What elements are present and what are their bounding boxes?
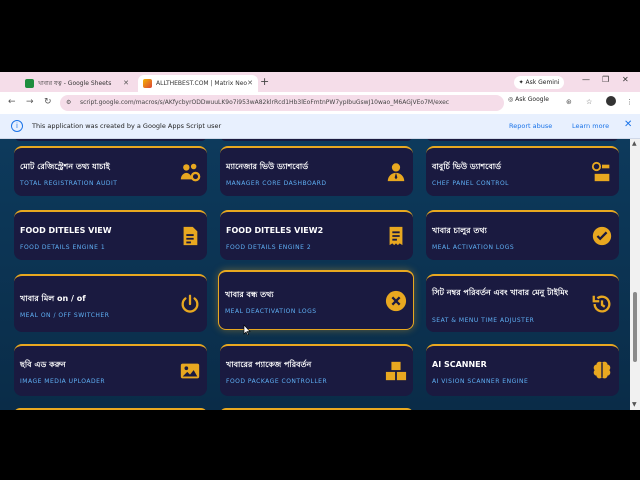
card-subtitle: AI VISION SCANNER ENGINE — [432, 378, 529, 385]
card-title: খাবার চালুর তথ্য — [432, 226, 487, 235]
card-meal-activation[interactable]: খাবার চালুর তথ্য MEAL ACTIVATION LOGS — [426, 210, 619, 260]
card-subtitle: MANAGER CORE DASHBOARD — [226, 180, 327, 187]
card-title: FOOD DITELES VIEW2 — [226, 226, 324, 235]
card-ai-scanner[interactable]: AI SCANNER AI VISION SCANNER ENGINE — [426, 344, 619, 396]
card-subtitle: FOOD DETAILS ENGINE 1 — [20, 244, 106, 251]
browser-window: খাবার যত্ন - Google Sheets ✕ ALLTHEBEST.… — [0, 72, 640, 410]
history-icon — [592, 295, 611, 313]
manager-icon — [387, 163, 405, 182]
chef-panel-icon — [591, 161, 610, 182]
card-title: খাবারের প্যাকেজ পরিবর্তন — [226, 360, 312, 369]
card-title: মোট রেজিস্ট্রেশন তথ্য যাচাই — [20, 162, 110, 171]
card-title: বাবুর্চি ভিউ ড্যাশবোর্ড — [432, 162, 502, 171]
card-title: ছবি এড করুন — [20, 360, 66, 369]
extensions-icon[interactable]: ⊛ — [566, 98, 572, 106]
site-info-icon[interactable]: ⚙ — [66, 99, 71, 106]
card-title: খাবার মিল on / of — [20, 294, 86, 303]
tab-strip: খাবার যত্ন - Google Sheets ✕ ALLTHEBEST.… — [0, 72, 640, 92]
profile-avatar[interactable] — [606, 96, 616, 106]
ask-gemini-label: Ask Gemini — [525, 79, 560, 86]
check-circle-icon — [592, 226, 612, 246]
maximize-icon[interactable]: ❐ — [602, 75, 609, 84]
card-manager-dashboard[interactable]: ম্যানেজার ভিউ ড্যাশবোর্ড MANAGER CORE DA… — [220, 146, 413, 196]
scroll-down-icon[interactable]: ▼ — [632, 401, 637, 408]
tab-google-sheets[interactable]: খাবার যত্ন - Google Sheets ✕ — [20, 75, 134, 92]
boxes-icon — [385, 361, 407, 381]
learn-more-link[interactable]: Learn more — [572, 114, 609, 138]
card-partial — [220, 139, 413, 141]
scrollbar[interactable]: ▲ ▼ — [630, 139, 640, 410]
card-partial — [426, 139, 619, 141]
scrollbar-thumb[interactable] — [633, 292, 637, 362]
card-chef-panel[interactable]: বাবুর্চি ভিউ ড্যাশবোর্ড CHEF PANEL CONTR… — [426, 146, 619, 196]
card-food-package[interactable]: খাবারের প্যাকেজ পরিবর্তন FOOD PACKAGE CO… — [220, 344, 413, 396]
info-bar: i This application was created by a Goog… — [0, 114, 640, 139]
close-icon[interactable]: ✕ — [247, 75, 253, 92]
power-icon — [181, 294, 199, 313]
site-favicon-icon — [143, 79, 152, 88]
document-icon — [183, 226, 198, 246]
mouse-pointer-icon — [243, 324, 251, 336]
back-icon[interactable]: ← — [8, 97, 16, 107]
info-icon: i — [11, 120, 23, 132]
menu-icon[interactable]: ⋮ — [626, 98, 633, 106]
reload-icon[interactable]: ↻ — [44, 97, 52, 107]
ask-gemini-button[interactable]: ✦ Ask Gemini — [514, 76, 564, 89]
new-tab-icon[interactable]: + — [260, 75, 269, 88]
tab-label: ALLTHEBEST.COM | Matrix Neo — [156, 80, 248, 87]
close-circle-icon — [385, 290, 407, 312]
card-subtitle: TOTAL REGISTRATION AUDIT — [20, 180, 118, 187]
bookmark-icon[interactable]: ☆ — [586, 98, 592, 106]
navigation-bar: ← → ↻ ⚙ script.google.com/macros/s/AKfyc… — [0, 92, 640, 114]
scroll-up-icon[interactable]: ▲ — [632, 140, 637, 147]
sheets-favicon-icon — [25, 79, 34, 88]
card-registration-audit[interactable]: মোট রেজিস্ট্রেশন তথ্য যাচাই TOTAL REGIST… — [14, 146, 207, 196]
close-icon[interactable]: ✕ — [123, 75, 129, 92]
card-subtitle: FOOD PACKAGE CONTROLLER — [226, 378, 328, 385]
minimize-icon[interactable]: — — [582, 75, 590, 84]
card-subtitle: MEAL DEACTIVATION LOGS — [225, 308, 317, 315]
card-subtitle: SEAT & MENU TIME ADJUSTER — [432, 317, 535, 324]
card-partial — [14, 408, 207, 410]
receipt-icon — [389, 226, 403, 246]
card-subtitle: MEAL ON / OFF SWITCHER — [20, 312, 110, 319]
card-partial — [220, 408, 413, 410]
window-close-icon[interactable]: ✕ — [622, 75, 629, 84]
users-gear-icon — [180, 163, 201, 182]
card-title: ম্যানেজার ভিউ ড্যাশবোর্ড — [226, 162, 309, 171]
image-icon — [180, 363, 200, 379]
card-subtitle: MEAL ACTIVATION LOGS — [432, 244, 515, 251]
card-food-details-2[interactable]: FOOD DITELES VIEW2 FOOD DETAILS ENGINE 2 — [220, 210, 413, 260]
app-content: মোট রেজিস্ট্রেশন তথ্য যাচাই TOTAL REGIST… — [0, 139, 630, 410]
card-subtitle: CHEF PANEL CONTROL — [432, 180, 510, 187]
card-meal-deactivation[interactable]: খাবার বন্ধ তথ্য MEAL DEACTIVATION LOGS — [218, 270, 414, 330]
ask-google-button[interactable]: ◎ Ask Google — [508, 96, 549, 103]
card-meal-switcher[interactable]: খাবার মিল on / of MEAL ON / OFF SWITCHER — [14, 274, 207, 332]
card-title: খাবার বন্ধ তথ্য — [225, 290, 274, 299]
forward-icon[interactable]: → — [26, 97, 34, 107]
card-subtitle: IMAGE MEDIA UPLOADER — [20, 378, 106, 385]
card-partial — [14, 139, 207, 141]
card-title: সিট নম্বর পরিবর্তন এবং খাবার মেনু টাইমিং — [432, 288, 569, 297]
ask-google-label: Ask Google — [515, 96, 549, 103]
tab-allthebest[interactable]: ALLTHEBEST.COM | Matrix Neo ✕ — [138, 75, 258, 92]
card-food-details-1[interactable]: FOOD DITELES VIEW FOOD DETAILS ENGINE 1 — [14, 210, 207, 260]
report-abuse-link[interactable]: Report abuse — [509, 114, 552, 138]
url-text: script.google.com/macros/s/AKfycbyrODDwu… — [80, 99, 450, 106]
card-subtitle: FOOD DETAILS ENGINE 2 — [226, 244, 312, 251]
card-seat-menu-adjuster[interactable]: সিট নম্বর পরিবর্তন এবং খাবার মেনু টাইমিং… — [426, 274, 619, 332]
info-text: This application was created by a Google… — [32, 122, 222, 130]
tab-label: খাবার যত্ন - Google Sheets — [38, 80, 112, 87]
close-icon[interactable]: ✕ — [624, 119, 632, 130]
card-title: FOOD DITELES VIEW — [20, 226, 112, 235]
address-bar[interactable]: ⚙ script.google.com/macros/s/AKfycbyrODD… — [60, 95, 504, 111]
card-image-uploader[interactable]: ছবি এড করুন IMAGE MEDIA UPLOADER — [14, 344, 207, 396]
card-title: AI SCANNER — [432, 360, 487, 369]
brain-icon — [593, 361, 611, 379]
